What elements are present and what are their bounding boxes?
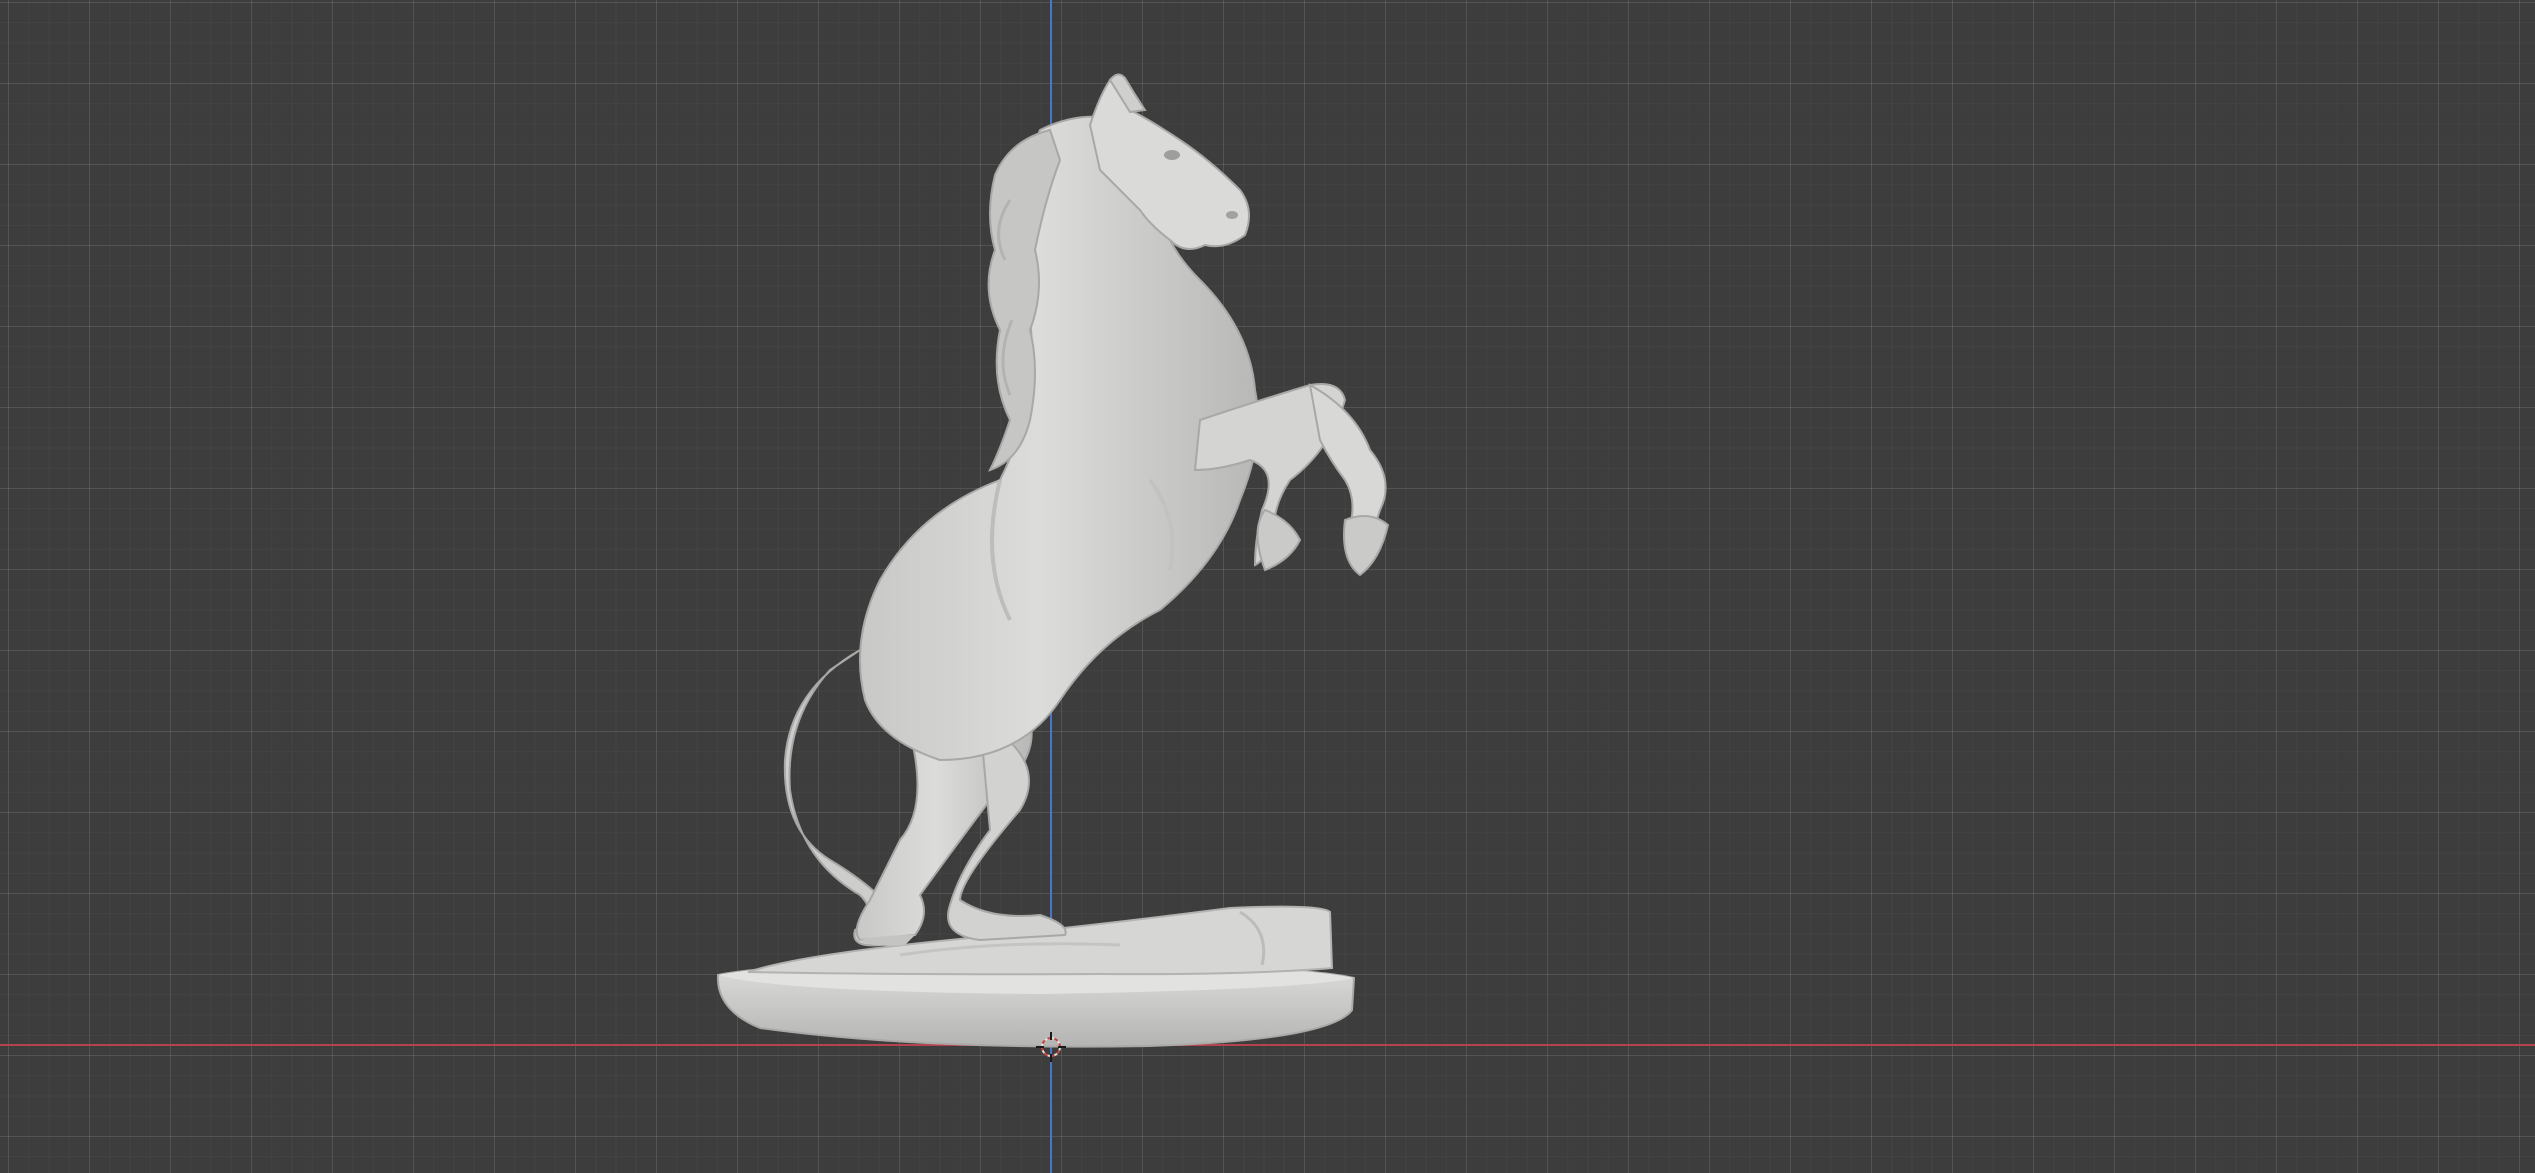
horse-statue-model[interactable] <box>0 0 2535 1173</box>
3d-cursor-icon[interactable] <box>1036 1032 1066 1062</box>
3d-viewport[interactable] <box>0 0 2535 1173</box>
